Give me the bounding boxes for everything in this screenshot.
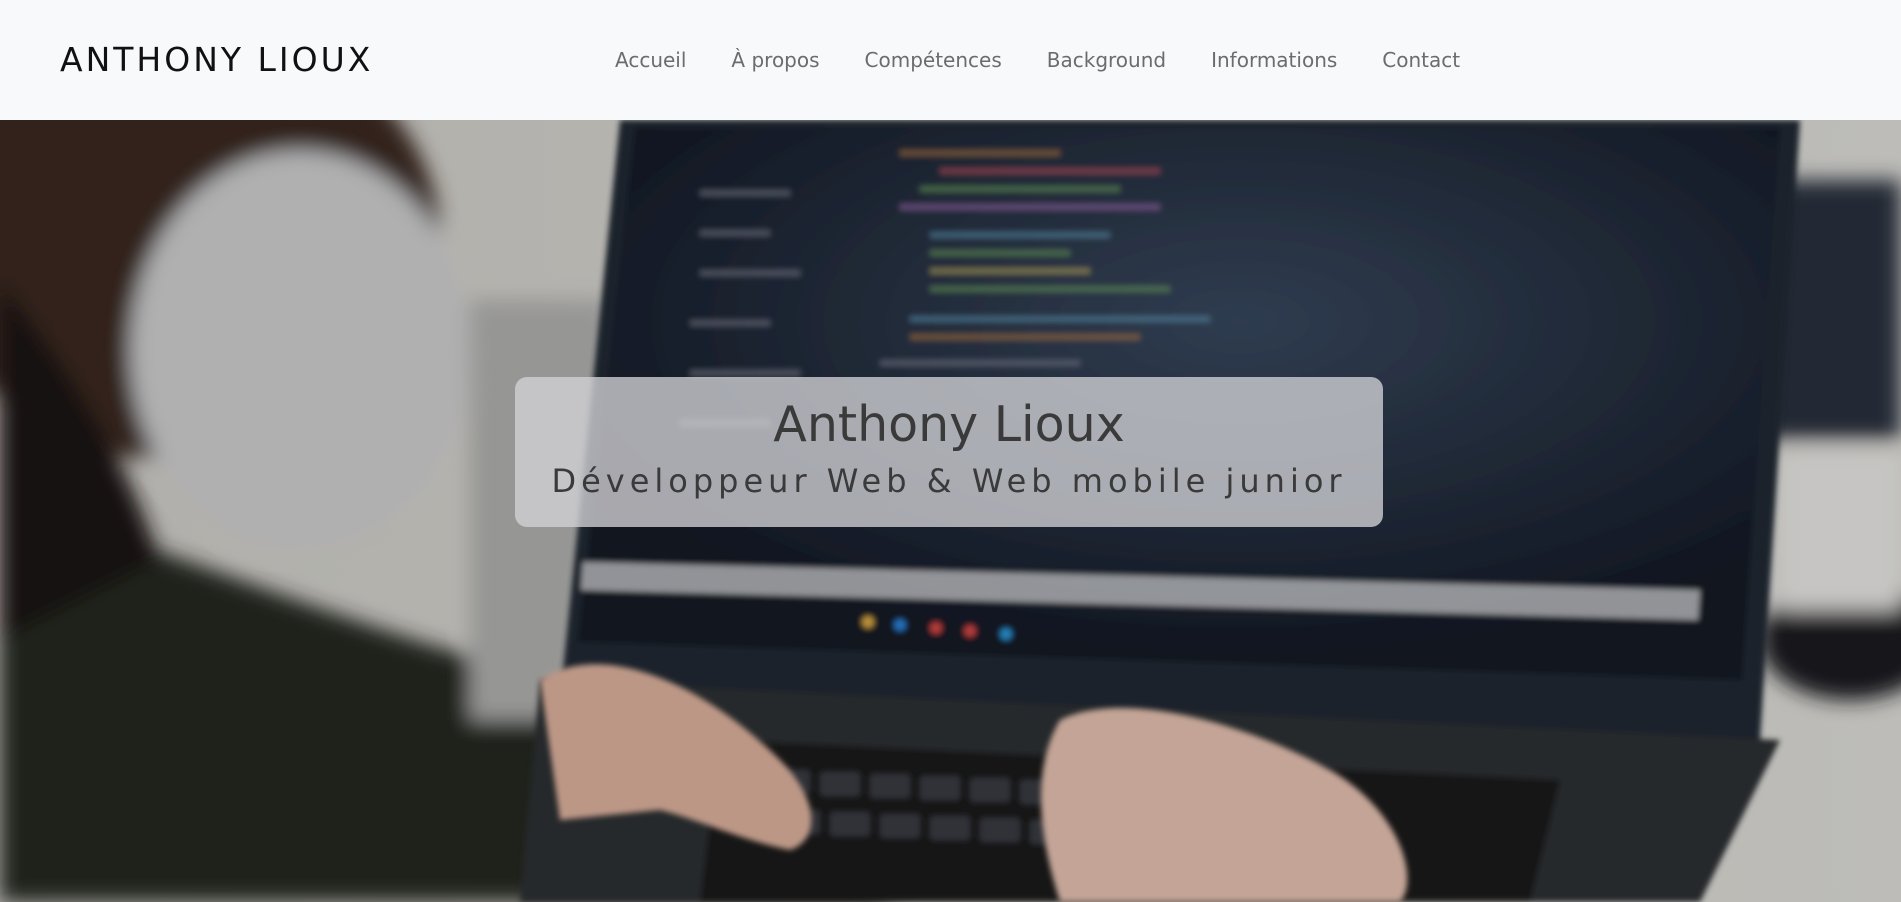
nav-link-competences[interactable]: Compétences — [865, 42, 1002, 78]
nav-link-a-propos[interactable]: À propos — [731, 42, 819, 78]
brand-logo-link[interactable]: ANTHONY LIOUX — [60, 36, 373, 84]
nav-link-background[interactable]: Background — [1047, 42, 1166, 78]
hero-title: Anthony Lioux — [773, 396, 1125, 453]
hero-section: Anthony Lioux Développeur Web & Web mobi… — [0, 120, 1901, 902]
nav-link-contact[interactable]: Contact — [1382, 42, 1460, 78]
hero-caption-box: Anthony Lioux Développeur Web & Web mobi… — [515, 377, 1383, 527]
nav-link-accueil[interactable]: Accueil — [615, 42, 686, 78]
navbar: ANTHONY LIOUX Accueil À propos Compétenc… — [0, 0, 1901, 120]
nav-link-informations[interactable]: Informations — [1211, 42, 1337, 78]
main-nav: Accueil À propos Compétences Background … — [615, 42, 1505, 78]
hero-subtitle: Développeur Web & Web mobile junior — [551, 462, 1347, 500]
